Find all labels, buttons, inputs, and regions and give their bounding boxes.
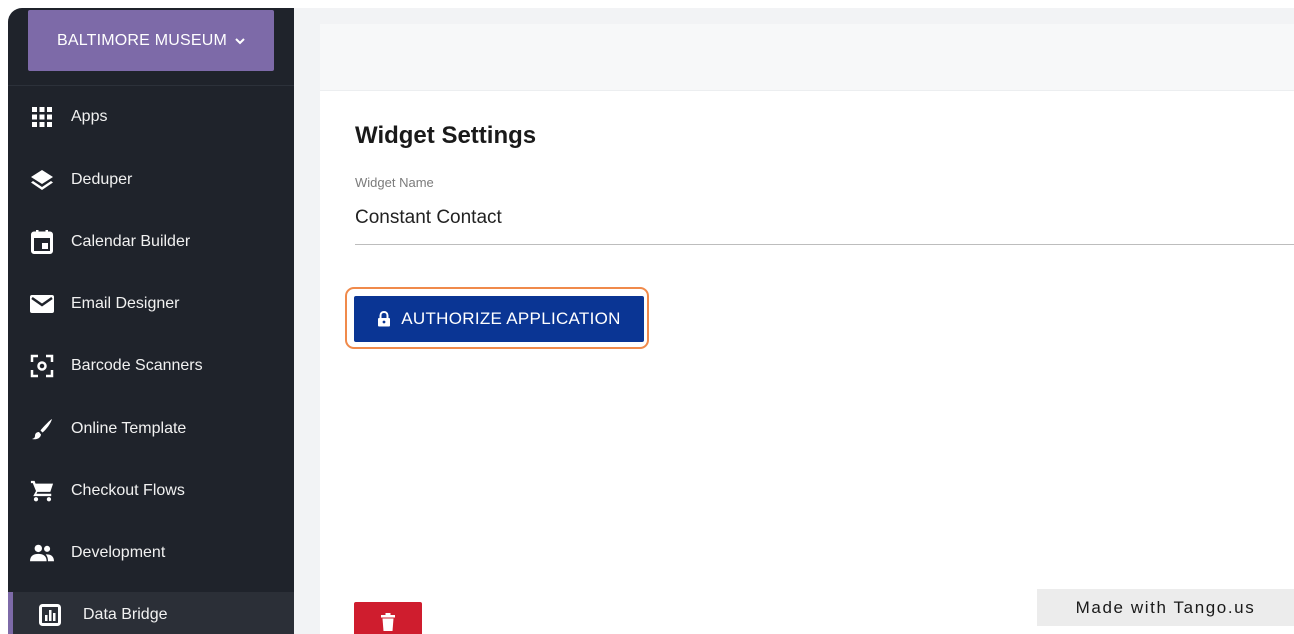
layers-icon: [30, 168, 54, 192]
sidebar: BALTIMORE MUSEUM Apps Deduper Calendar B…: [8, 8, 294, 634]
barcode-scanner-icon: [30, 354, 54, 378]
sidebar-item-apps[interactable]: Apps: [8, 94, 294, 140]
sidebar-item-label: Development: [71, 544, 166, 561]
sidebar-item-label: Apps: [71, 108, 108, 125]
panel-header: [320, 24, 1294, 91]
page-title: Widget Settings: [355, 122, 537, 149]
envelope-icon: [30, 292, 54, 316]
delete-button[interactable]: [354, 602, 422, 634]
sidebar-item-deduper[interactable]: Deduper: [8, 157, 294, 203]
people-icon: [30, 541, 54, 565]
sidebar-item-barcode-scanners[interactable]: Barcode Scanners: [8, 343, 294, 389]
lock-icon: [378, 311, 391, 327]
sidebar-item-email-designer[interactable]: Email Designer: [8, 281, 294, 327]
sidebar-item-label: Checkout Flows: [71, 482, 185, 499]
sidebar-item-label: Online Template: [71, 420, 187, 437]
bar-chart-icon: [38, 603, 62, 627]
calendar-icon: [30, 230, 54, 254]
apps-grid-icon: [30, 105, 54, 129]
org-selector-button[interactable]: BALTIMORE MUSEUM: [28, 10, 274, 71]
trash-icon: [381, 613, 395, 631]
widget-settings-panel: Widget Settings Widget Name Constant Con…: [320, 24, 1294, 634]
org-selector-label: BALTIMORE MUSEUM: [56, 31, 228, 49]
authorize-application-button[interactable]: AUTHORIZE APPLICATION: [354, 296, 644, 342]
sidebar-item-development[interactable]: Development: [8, 530, 294, 576]
sidebar-item-label: Deduper: [71, 171, 133, 188]
cart-icon: [30, 479, 54, 503]
chevron-down-icon: [235, 37, 245, 44]
sidebar-item-checkout-flows[interactable]: Checkout Flows: [8, 468, 294, 514]
authorize-button-label: AUTHORIZE APPLICATION: [401, 309, 621, 328]
tango-watermark: Made with Tango.us: [1037, 589, 1294, 626]
widget-name-field[interactable]: Constant Contact: [355, 204, 1294, 245]
widget-name-label: Widget Name: [355, 175, 434, 190]
sidebar-item-label: Email Designer: [71, 295, 180, 312]
app-frame: BALTIMORE MUSEUM Apps Deduper Calendar B…: [8, 8, 1294, 634]
sidebar-item-label: Calendar Builder: [71, 233, 191, 250]
sidebar-item-online-template[interactable]: Online Template: [8, 406, 294, 452]
sidebar-item-data-bridge[interactable]: Data Bridge: [8, 592, 294, 634]
sidebar-item-label: Barcode Scanners: [71, 357, 203, 374]
sidebar-item-label: Data Bridge: [83, 606, 168, 623]
sidebar-divider: [8, 85, 294, 86]
sidebar-item-calendar-builder[interactable]: Calendar Builder: [8, 219, 294, 265]
brush-icon: [30, 417, 54, 441]
